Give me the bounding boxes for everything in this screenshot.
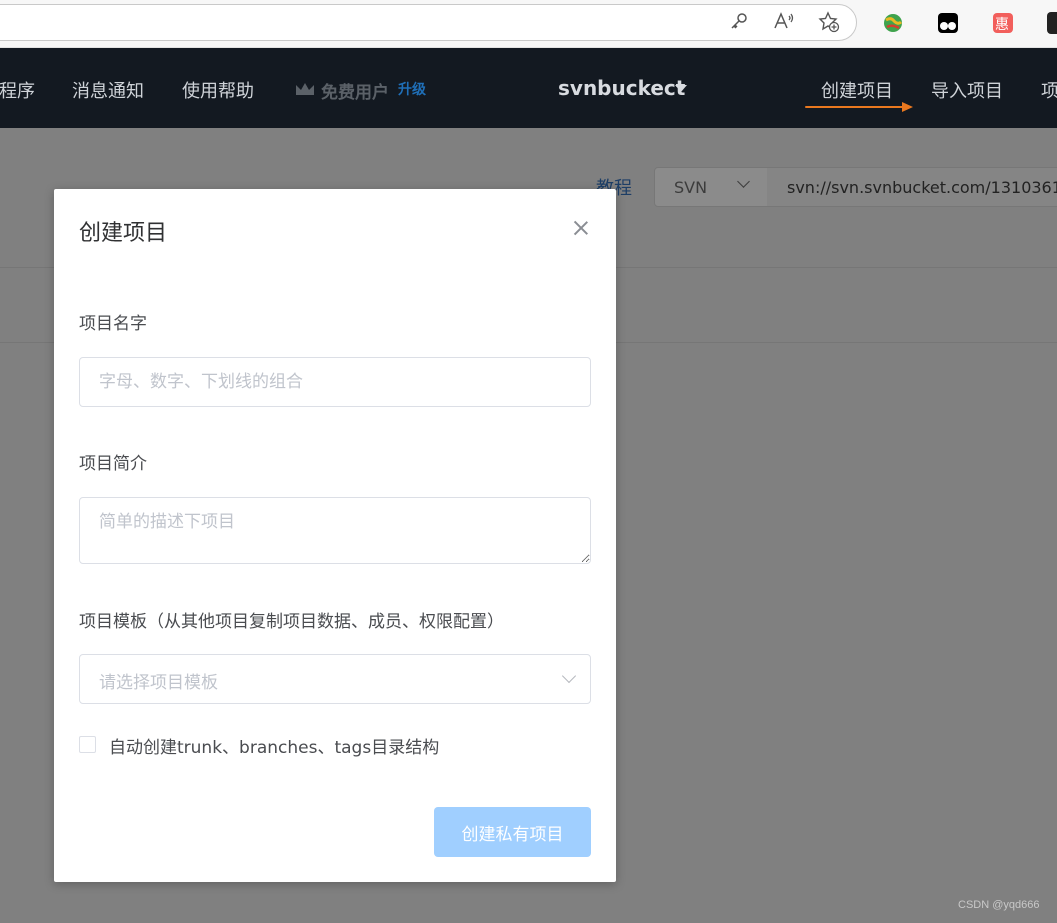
create-project-dialog: 创建项目 项目名字 项目简介 项目模板（从其他项目复制项目数据、成员、权限配置）… [54,189,616,882]
auto-create-dirs-checkbox[interactable] [79,736,96,753]
app-header: 程序 消息通知 使用帮助 免费用户 升级 svnbuckect 创建项目 导入项… [0,48,1057,128]
annotation-arrow-head-icon [902,102,913,112]
project-name-input[interactable] [79,357,591,407]
dialog-title: 创建项目 [79,221,168,246]
auto-create-dirs-label[interactable]: 自动创建trunk、branches、tags目录结构 [109,733,439,758]
repo-url-text: svn://svn.svnbucket.com/13103611 [787,178,1057,197]
watermark-text: CSDN @yqd666 [958,899,1040,911]
chevron-down-icon [561,668,577,684]
coupon-text: 惠 [995,17,1009,33]
repo-url-field[interactable]: svn://svn.svnbucket.com/13103611 [767,167,1057,207]
project-desc-textarea[interactable] [79,497,591,564]
nav-item-program[interactable]: 程序 [0,77,35,103]
nav-import-project[interactable]: 导入项目 [931,77,1003,103]
nav-item-help[interactable]: 使用帮助 [182,77,254,103]
browser-toolbar: 惠 [0,0,1057,48]
extension-globe-icon[interactable] [882,12,904,34]
project-template-label: 项目模板（从其他项目复制项目数据、成员、权限配置） [79,612,504,632]
annotation-arrow-line [805,106,905,108]
nav-projects-truncated[interactable]: 项 [1041,77,1057,103]
close-icon[interactable] [571,218,591,238]
read-aloud-icon[interactable] [773,11,795,33]
crown-icon [294,80,316,102]
extension-partial-icon[interactable] [1047,12,1057,34]
protocol-select[interactable]: SVN [654,167,768,207]
project-desc-label: 项目简介 [79,454,147,474]
key-icon[interactable] [728,11,750,33]
extension-tampermonkey-icon[interactable] [937,12,959,34]
nav-item-notifications[interactable]: 消息通知 [72,77,144,103]
extension-coupon-icon[interactable]: 惠 [992,12,1014,34]
repo-switcher[interactable]: svnbuckect [558,76,685,100]
template-select-placeholder: 请选择项目模板 [99,673,218,693]
add-favorite-icon[interactable] [818,11,840,33]
project-template-select[interactable]: 请选择项目模板 [79,654,591,704]
create-private-project-button[interactable]: 创建私有项目 [434,807,591,857]
protocol-value: SVN [674,178,708,197]
nav-create-project[interactable]: 创建项目 [821,77,893,103]
project-name-label: 项目名字 [79,314,147,334]
chevron-down-icon [737,175,750,188]
upgrade-link[interactable]: 升级 [398,79,426,99]
free-user-label: 免费用户 [321,83,389,103]
caret-down-icon[interactable] [675,85,687,92]
